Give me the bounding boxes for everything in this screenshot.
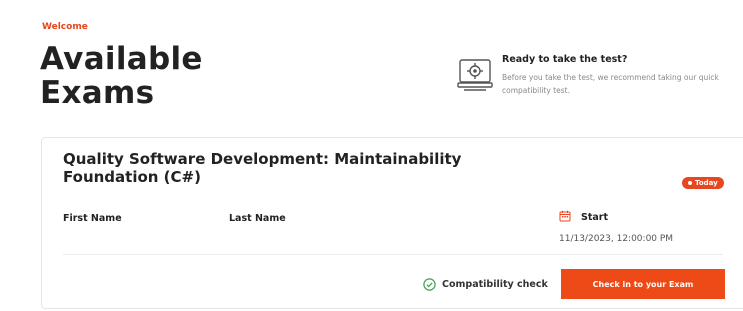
check-circle-icon xyxy=(423,278,436,291)
today-badge: Today xyxy=(682,177,724,189)
compatibility-prompt-description: Before you take the test, we recommend t… xyxy=(502,73,719,95)
check-in-button[interactable]: Check in to your Exam xyxy=(561,269,725,299)
page-title: Available Exams xyxy=(40,42,203,110)
exam-title: Quality Software Development: Maintainab… xyxy=(63,150,513,186)
last-name-label: Last Name xyxy=(229,213,286,224)
start-label: Start xyxy=(581,212,609,223)
exam-title-line2: Foundation (C#) xyxy=(63,168,201,186)
page-title-line2: Exams xyxy=(40,75,155,111)
welcome-label: Welcome xyxy=(42,22,88,32)
badge-dot-icon xyxy=(688,181,692,185)
first-name-label: First Name xyxy=(63,213,122,224)
computer-gear-icon xyxy=(457,59,493,91)
compatibility-check-link[interactable]: Compatibility check xyxy=(423,278,548,291)
start-datetime: 11/13/2023, 12:00:00 PM xyxy=(559,234,674,244)
today-badge-label: Today xyxy=(695,179,718,187)
compatibility-prompt-title: Ready to take the test? xyxy=(502,54,628,65)
exam-card: Quality Software Development: Maintainab… xyxy=(41,137,743,309)
exam-title-line1: Quality Software Development: Maintainab… xyxy=(63,150,462,168)
divider xyxy=(63,254,723,255)
compatibility-prompt: Ready to take the test? Before you take … xyxy=(456,54,736,104)
calendar-icon xyxy=(559,210,571,222)
compatibility-check-label: Compatibility check xyxy=(442,279,548,290)
page-title-line1: Available xyxy=(40,41,203,77)
